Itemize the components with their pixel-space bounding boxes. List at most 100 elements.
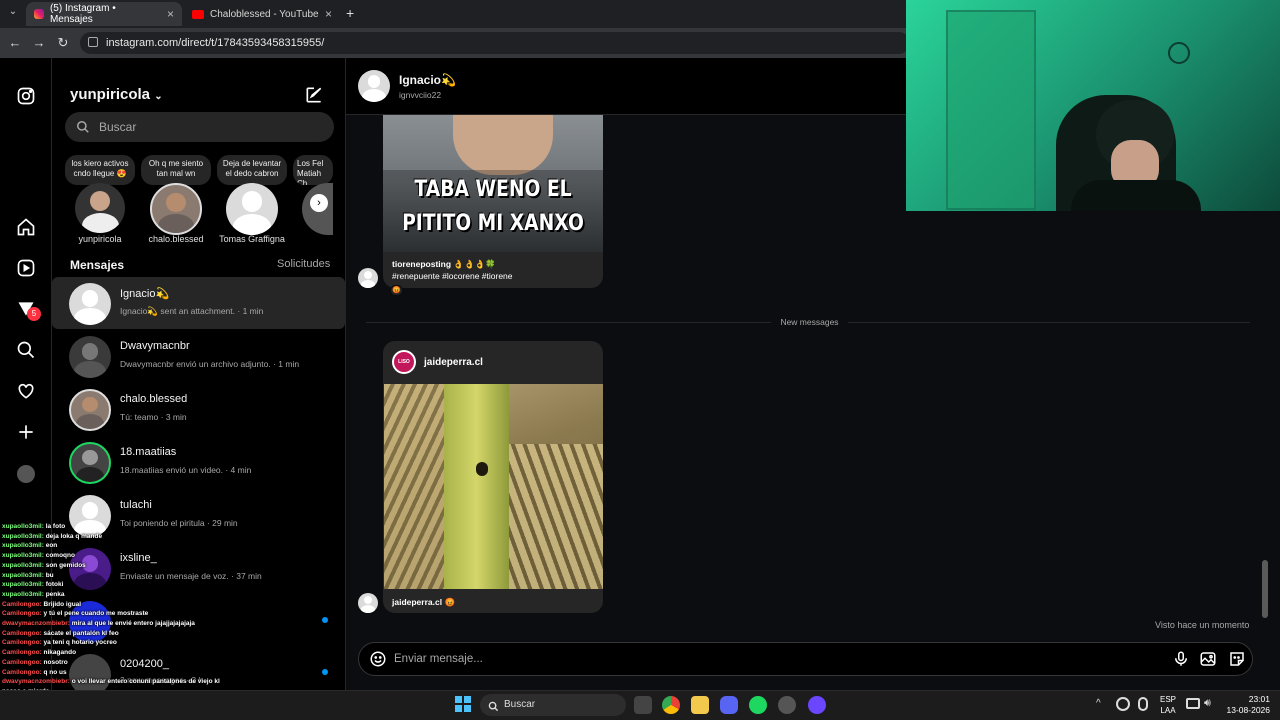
obs-icon[interactable] bbox=[778, 696, 796, 714]
reaction-icon[interactable]: 😡 bbox=[390, 285, 403, 296]
conversation-item[interactable]: Dwavymacnbr Dwavymacnbr envió un archivo… bbox=[52, 330, 345, 382]
chat-scrollbar[interactable] bbox=[1262, 560, 1268, 618]
username-label: yunpiricola bbox=[70, 86, 151, 103]
account-switcher[interactable]: yunpiricola ⌄ bbox=[70, 86, 163, 103]
instagram-favicon-icon bbox=[34, 9, 44, 19]
file-explorer-icon[interactable] bbox=[691, 696, 709, 714]
stream-chat-user: xupaollo3mil: bbox=[2, 552, 46, 560]
avatar bbox=[69, 283, 111, 325]
reels-icon[interactable] bbox=[15, 257, 37, 279]
post-author[interactable]: jaideperra.cl bbox=[424, 357, 483, 368]
tab-search-icon[interactable]: ⌄ bbox=[6, 6, 20, 20]
clock-time: 23:01 bbox=[1248, 694, 1270, 704]
note-bubble: los kiero activos cndo llegue 😍 bbox=[65, 155, 135, 185]
url-field[interactable]: instagram.com/direct/t/17843593458315955… bbox=[80, 32, 910, 54]
stream-chat-line: xupaollo3mil: la foto bbox=[2, 522, 322, 532]
display-icon[interactable] bbox=[1186, 698, 1200, 709]
stream-chat-message: comoqno bbox=[45, 552, 75, 560]
requests-link[interactable]: Solicitudes bbox=[277, 258, 330, 270]
conversation-item[interactable]: Ignacio💫 Ignacio💫 sent an attachment. · … bbox=[52, 277, 345, 329]
story-avatar[interactable] bbox=[226, 183, 278, 235]
reload-icon[interactable]: ↻ bbox=[54, 34, 72, 52]
stream-chat-message: nikagando bbox=[43, 649, 77, 657]
close-icon[interactable]: × bbox=[167, 7, 174, 21]
peer-username: ignvvciio22 bbox=[399, 90, 442, 100]
stream-chat-user: Camilongoo: bbox=[2, 639, 44, 647]
windows-start-icon[interactable] bbox=[455, 696, 471, 712]
new-tab-button[interactable]: + bbox=[346, 5, 354, 21]
search-input[interactable]: Buscar bbox=[65, 112, 334, 142]
sender-avatar bbox=[358, 593, 378, 613]
microphone-icon[interactable] bbox=[1172, 650, 1190, 668]
app-icon[interactable] bbox=[808, 696, 826, 714]
stream-chat-line: xupaollo3mil: son gemidos bbox=[2, 561, 322, 571]
forward-icon[interactable]: → bbox=[30, 34, 48, 52]
profile-avatar-icon[interactable] bbox=[15, 463, 37, 485]
image-icon[interactable] bbox=[1199, 650, 1217, 668]
new-message-icon[interactable] bbox=[304, 85, 324, 105]
spotify-icon[interactable] bbox=[749, 696, 767, 714]
story-label: yunpiricola bbox=[78, 234, 122, 244]
post-image[interactable]: TABA WENO EL PITITO MI XANXO bbox=[383, 115, 603, 252]
stream-chat-line: dwavymacnzombiebr: mira al que le envié … bbox=[2, 619, 322, 629]
stream-chat-message: o voi llevar entero conuni pantalones de… bbox=[71, 678, 220, 686]
stream-chat-line: Camilongoo: q no us bbox=[2, 668, 322, 678]
lang-primary: ESP bbox=[1159, 695, 1176, 704]
stream-chat-message: penka bbox=[45, 590, 65, 598]
taskbar-search[interactable]: Buscar bbox=[480, 694, 626, 716]
stream-chat-user: Camilongoo: bbox=[2, 649, 44, 657]
site-info-icon[interactable] bbox=[88, 37, 98, 47]
sync-icon[interactable] bbox=[1116, 697, 1130, 711]
stream-chat-message: q no us bbox=[43, 668, 67, 676]
task-view-icon[interactable] bbox=[634, 696, 652, 714]
taskbar-clock[interactable]: 23:01 13-08-2026 bbox=[1222, 694, 1270, 716]
instagram-logo-icon[interactable] bbox=[15, 85, 37, 107]
message-input[interactable] bbox=[358, 642, 1253, 676]
stream-chat-line: Camilongoo: nosotro bbox=[2, 658, 322, 668]
stream-chat-message: fotoki bbox=[45, 581, 64, 589]
discord-icon[interactable] bbox=[720, 696, 738, 714]
stream-chat-user: xupaollo3mil: bbox=[2, 523, 46, 530]
caption-text: 😡 bbox=[444, 597, 456, 607]
post-image[interactable] bbox=[384, 384, 603, 589]
conversation-item[interactable]: 18.maatiias 18.maatiias envió un video. … bbox=[52, 436, 345, 488]
chevron-up-icon[interactable]: ^ bbox=[1096, 698, 1101, 709]
new-messages-divider: New messages bbox=[780, 317, 839, 327]
conversation-item[interactable]: chalo.blessed Tú: teamo · 3 min bbox=[52, 383, 345, 435]
chevron-right-icon[interactable]: › bbox=[310, 194, 328, 212]
emoji-icon[interactable] bbox=[369, 650, 387, 668]
back-icon[interactable]: ← bbox=[6, 34, 24, 52]
conversation-preview: Ignacio💫 sent an attachment. · 1 min bbox=[120, 306, 264, 316]
url-text: instagram.com/direct/t/17843593458315955… bbox=[106, 37, 325, 49]
create-icon[interactable] bbox=[15, 421, 37, 443]
note-bubble: Oh q me siento tan mal wn bbox=[141, 155, 211, 185]
no-smoking-sign-icon bbox=[1168, 42, 1190, 64]
story-avatar[interactable] bbox=[75, 183, 125, 233]
divider-line bbox=[366, 322, 771, 323]
tab-youtube[interactable]: Chaloblessed - YouTube × bbox=[184, 2, 340, 26]
search-placeholder: Buscar bbox=[99, 120, 137, 134]
home-icon[interactable] bbox=[15, 216, 37, 238]
conversation-name: chalo.blessed bbox=[120, 393, 188, 405]
peer-name[interactable]: Ignacio💫 bbox=[399, 73, 456, 87]
stream-chat-message: y tú el pene cuando me mostraste bbox=[43, 610, 149, 618]
stream-chat-message: Brijido igual bbox=[43, 600, 82, 608]
stream-chat-user: Camilongoo: bbox=[2, 610, 44, 618]
author-avatar[interactable]: LISO bbox=[392, 350, 416, 374]
chrome-icon[interactable] bbox=[662, 696, 680, 714]
caption-user: tioreneposting bbox=[392, 259, 452, 269]
tab-instagram[interactable]: (5) Instagram • Mensajes × bbox=[26, 2, 182, 26]
search-icon[interactable] bbox=[15, 339, 37, 361]
close-icon[interactable]: × bbox=[325, 7, 332, 21]
language-indicator[interactable]: ESP LAA bbox=[1158, 694, 1178, 716]
sticker-icon[interactable] bbox=[1228, 650, 1246, 668]
microphone-icon[interactable] bbox=[1138, 697, 1148, 711]
stream-chat-line: Camilongoo: sácate el pantalón kl feo bbox=[2, 629, 322, 639]
youtube-favicon-icon bbox=[192, 9, 204, 19]
story-avatar[interactable] bbox=[150, 183, 202, 235]
heart-icon[interactable] bbox=[15, 380, 37, 402]
volume-icon[interactable]: 🔊︎ bbox=[1204, 697, 1211, 710]
peer-avatar[interactable] bbox=[358, 70, 390, 102]
stream-chat-line: xupaollo3mil: comoqno bbox=[2, 551, 322, 561]
conversation-name: Dwavymacnbr bbox=[120, 340, 190, 352]
